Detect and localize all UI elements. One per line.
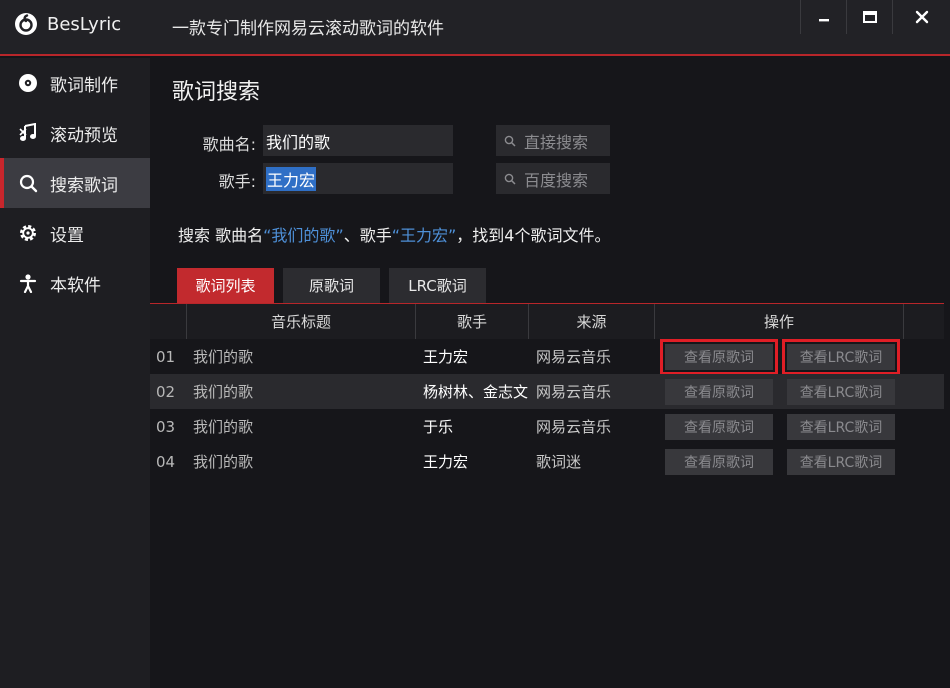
row-artist: 王力宏 <box>423 453 469 471</box>
figure-icon <box>18 273 38 293</box>
direct-search-label: 直接搜索 <box>524 132 589 152</box>
minimize-icon <box>818 19 829 22</box>
header-actions: 操作 <box>655 304 904 339</box>
result-artist: “王力宏” <box>391 226 457 245</box>
view-original-lyrics-button[interactable]: 查看原歌词 <box>665 414 773 440</box>
row-artist: 王力宏 <box>423 348 469 366</box>
song-name-input[interactable]: 我们的歌 <box>263 125 453 156</box>
tab-lyric-list[interactable]: 歌词列表 <box>177 268 274 303</box>
tab-lrc-lyrics[interactable]: LRC歌词 <box>389 268 486 303</box>
row-source: 网易云音乐 <box>536 348 612 366</box>
direct-search-button[interactable]: 直接搜索 <box>496 125 610 156</box>
app-subtitle: 一款专门制作网易云滚动歌词的软件 <box>172 19 444 39</box>
table-header: 音乐标题 歌手 来源 操作 <box>150 304 944 339</box>
header-source: 来源 <box>529 304 655 339</box>
header-spacer <box>904 304 944 339</box>
table-row: 03 我们的歌 于乐 网易云音乐 查看原歌词 查看LRC歌词 <box>150 409 944 444</box>
music-note-icon <box>18 123 38 143</box>
row-source: 网易云音乐 <box>536 418 612 436</box>
sidebar-item-settings[interactable]: 设置 <box>0 208 150 258</box>
row-source: 网易云音乐 <box>536 383 612 401</box>
result-suffix: ，找到4个歌词文件。 <box>456 226 611 245</box>
maximize-button[interactable] <box>846 0 892 34</box>
sidebar-item-scroll-preview[interactable]: 滚动预览 <box>0 108 150 158</box>
disc-icon <box>18 73 38 93</box>
gear-icon <box>18 223 38 243</box>
artist-label: 歌手: <box>218 172 256 191</box>
view-original-lyrics-button[interactable]: 查看原歌词 <box>660 339 778 375</box>
result-prefix: 搜索 歌曲名 <box>178 226 264 245</box>
song-name-value: 我们的歌 <box>266 132 331 152</box>
table-row: 01 我们的歌 王力宏 网易云音乐 查看原歌词 查看LRC歌词 <box>150 339 944 375</box>
header-title: 音乐标题 <box>187 304 416 339</box>
artist-input[interactable]: 王力宏 <box>263 163 453 194</box>
minimize-button[interactable] <box>800 0 846 34</box>
header-artist: 歌手 <box>416 304 529 339</box>
sidebar-item-search-lyrics[interactable]: 搜索歌词 <box>0 158 150 208</box>
view-lrc-lyrics-button[interactable]: 查看LRC歌词 <box>787 449 895 475</box>
search-result-summary: 搜索 歌曲名“我们的歌”、歌手“王力宏”，找到4个歌词文件。 <box>178 222 610 246</box>
view-lrc-lyrics-button[interactable]: 查看LRC歌词 <box>782 339 900 375</box>
maximize-icon <box>862 11 877 23</box>
sidebar-item-lyric-make[interactable]: 歌词制作 <box>0 58 150 108</box>
app-name: BesLyric <box>47 14 122 35</box>
sidebar-item-label: 本软件 <box>50 275 101 296</box>
sidebar: 歌词制作 滚动预览 搜索歌词 设置 本软件 <box>0 58 150 688</box>
sidebar-item-label: 滚动预览 <box>50 125 118 146</box>
netease-logo-icon <box>14 12 38 36</box>
row-index: 04 <box>156 452 176 471</box>
search-icon <box>504 173 516 185</box>
row-index: 02 <box>156 382 176 401</box>
close-icon <box>915 10 928 24</box>
row-title: 我们的歌 <box>193 383 254 401</box>
sidebar-item-label: 搜索歌词 <box>50 175 118 196</box>
view-original-lyrics-button[interactable]: 查看原歌词 <box>665 379 773 405</box>
row-artist: 杨树林、金志文 <box>423 383 529 401</box>
view-lrc-lyrics-button[interactable]: 查看LRC歌词 <box>787 379 895 405</box>
row-title: 我们的歌 <box>193 453 254 471</box>
search-icon <box>18 173 38 193</box>
row-source: 歌词迷 <box>536 453 582 471</box>
song-name-label: 歌曲名: <box>202 135 256 154</box>
close-button[interactable] <box>892 0 950 34</box>
sidebar-item-label: 歌词制作 <box>50 75 118 96</box>
row-title: 我们的歌 <box>193 418 254 436</box>
baidu-search-button[interactable]: 百度搜索 <box>496 163 610 194</box>
search-icon <box>504 135 516 147</box>
page-title: 歌词搜索 <box>172 80 261 105</box>
result-song: “我们的歌” <box>263 226 344 245</box>
row-artist: 于乐 <box>423 418 454 436</box>
baidu-search-label: 百度搜索 <box>524 170 589 190</box>
tab-original-lyrics[interactable]: 原歌词 <box>283 268 380 303</box>
view-lrc-lyrics-button[interactable]: 查看LRC歌词 <box>787 414 895 440</box>
artist-value: 王力宏 <box>266 166 317 191</box>
table-row: 02 我们的歌 杨树林、金志文 网易云音乐 查看原歌词 查看LRC歌词 <box>150 374 944 409</box>
table-row: 04 我们的歌 王力宏 歌词迷 查看原歌词 查看LRC歌词 <box>150 444 944 479</box>
result-mid: 、歌手 <box>343 226 392 245</box>
row-title: 我们的歌 <box>193 348 254 366</box>
title-bar: BesLyric 一款专门制作网易云滚动歌词的软件 <box>0 0 950 56</box>
row-index: 01 <box>156 347 176 366</box>
row-index: 03 <box>156 417 176 436</box>
sidebar-item-about[interactable]: 本软件 <box>0 258 150 308</box>
sidebar-item-label: 设置 <box>50 225 84 246</box>
header-index <box>150 304 187 339</box>
view-original-lyrics-button[interactable]: 查看原歌词 <box>665 449 773 475</box>
